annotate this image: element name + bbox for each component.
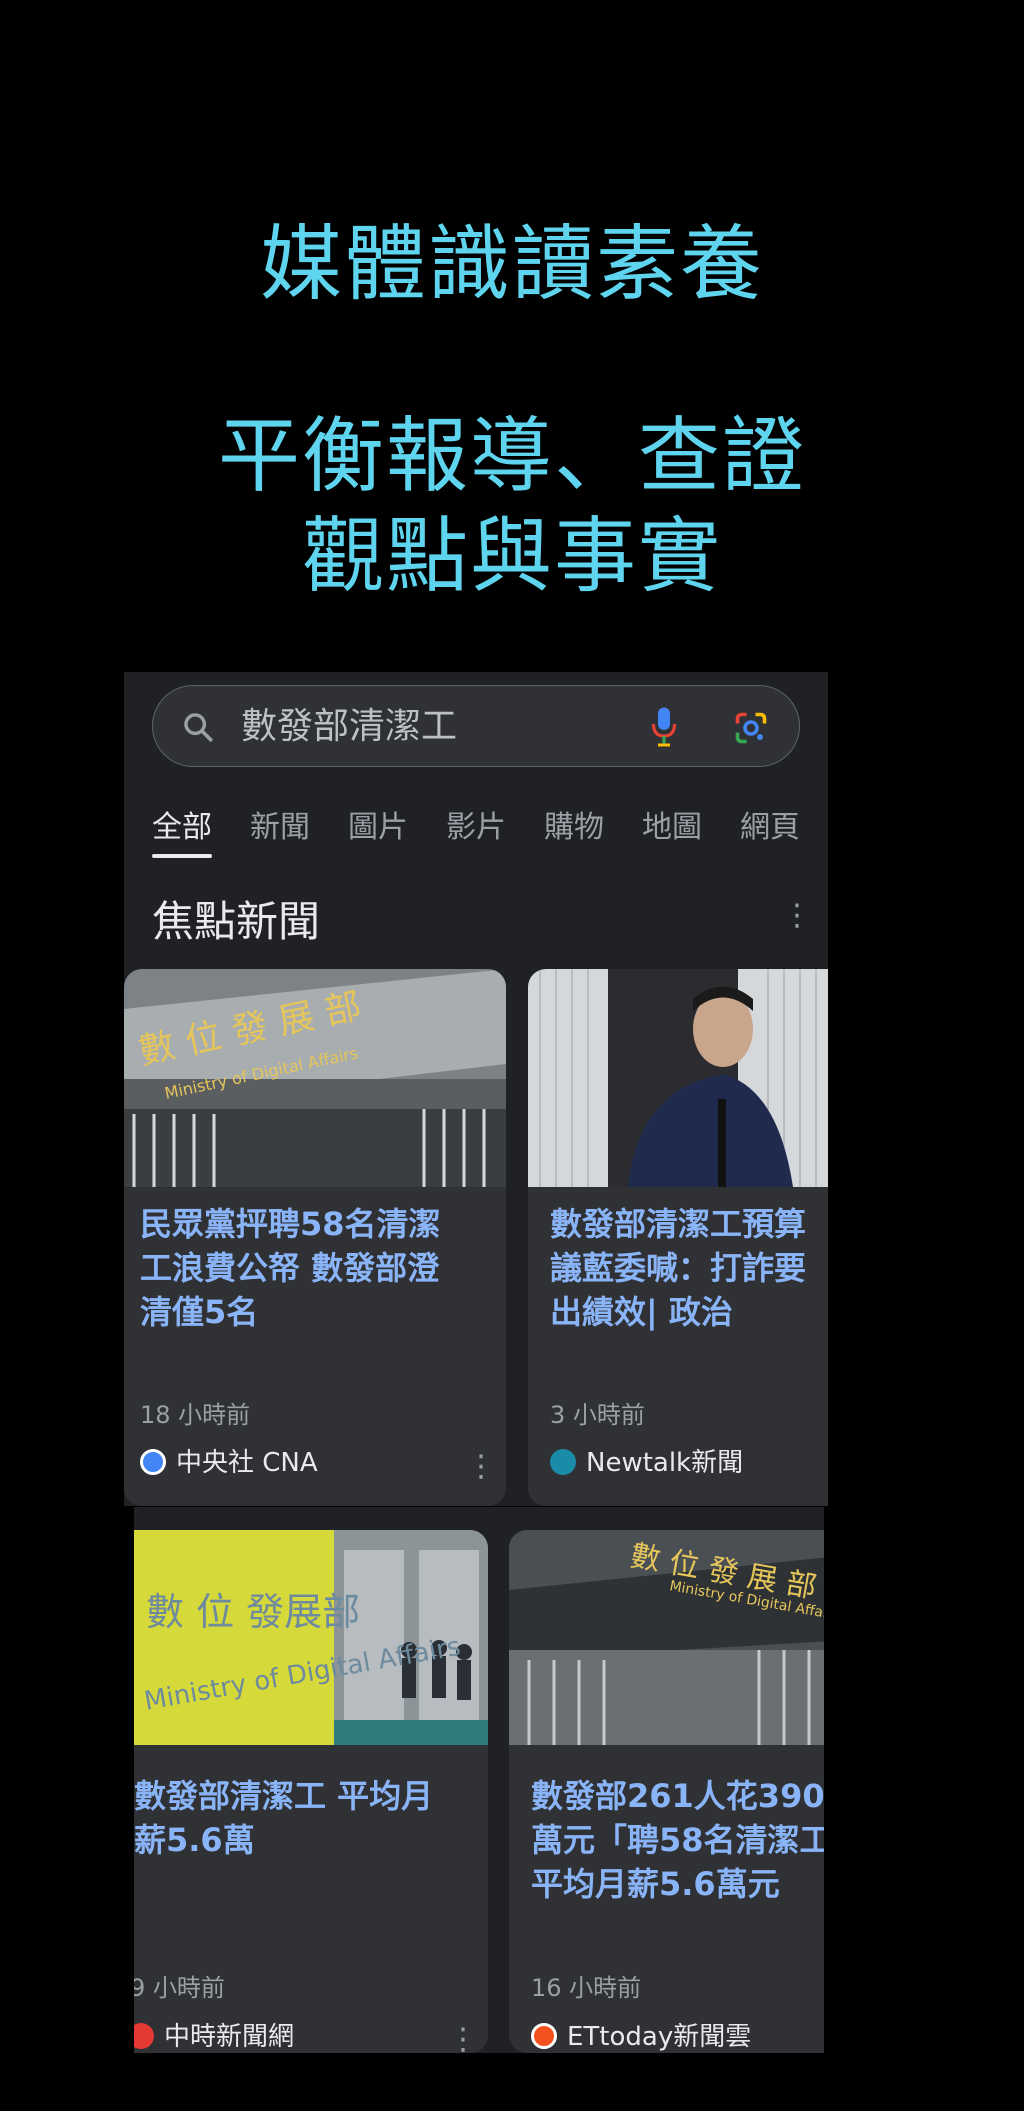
news-source-name: 中央社 CNA <box>176 1448 318 1478</box>
microphone-icon[interactable] <box>649 706 679 748</box>
news-card[interactable]: 數 位 發 展 部 Ministry of Digital Affairs 民眾… <box>124 969 506 1506</box>
news-time: 16 小時前 <box>531 1974 642 2002</box>
news-thumbnail-politician-speaking <box>528 969 828 1187</box>
newtalk-logo-icon <box>550 1449 576 1475</box>
thumbnail-sign-text: 數 位 發展部 <box>146 1590 360 1634</box>
search-bar[interactable]: 數發部清潔工 <box>152 685 800 767</box>
chinatimes-logo-icon <box>134 2023 154 2049</box>
tab-shopping[interactable]: 購物 <box>544 808 604 854</box>
search-tabs: 全部 新聞 圖片 影片 購物 地圖 網頁 <box>152 808 828 868</box>
news-source-name: ETtoday新聞雲 <box>567 2022 752 2052</box>
slide-heading-balanced-reporting: 平衡報導、查證 <box>217 409 806 504</box>
tab-videos[interactable]: 影片 <box>446 808 506 854</box>
news-source: 中時新聞網 <box>134 2020 294 2053</box>
google-lens-icon[interactable] <box>733 710 769 746</box>
tab-web[interactable]: 網頁 <box>740 808 800 854</box>
more-options-icon[interactable]: ⋮ <box>448 2022 478 2053</box>
news-thumbnail-ministry-entrance: 數 位 發 展 部 Ministry of Digital Affairs <box>509 1530 824 1745</box>
news-source: ETtoday新聞雲 <box>531 2020 751 2053</box>
news-thumbnail-ministry-yellow-sign: 數 位 發展部 Ministry of Digital Affairs <box>134 1530 488 1745</box>
more-options-icon[interactable]: ⋮ <box>466 1449 496 1485</box>
search-icon <box>184 713 213 742</box>
tab-all[interactable]: 全部 <box>152 808 212 858</box>
search-results-screenshot: 數發部清潔工 全部 新聞 圖片 影片 購物 地圖 網頁 焦點新聞 ⋮ 數 位 發… <box>124 672 828 1506</box>
news-thumbnail-digital-ministry-building: 數 位 發 展 部 Ministry of Digital Affairs <box>124 969 506 1187</box>
cna-logo-icon <box>140 1449 166 1475</box>
news-card[interactable]: 數發部清潔工預算 議藍委喊：打詐要 出績效| 政治 3 小時前 Newtalk新… <box>528 969 828 1506</box>
news-card[interactable]: 數 位 發 展 部 Ministry of Digital Affairs 數發… <box>509 1530 824 2053</box>
more-options-icon[interactable]: ⋮ <box>782 898 812 934</box>
news-source-name: 中時新聞網 <box>164 2022 295 2052</box>
news-time: 18 小時前 <box>140 1401 251 1429</box>
tab-maps[interactable]: 地圖 <box>642 808 702 854</box>
news-headline-link[interactable]: 數發部清潔工 平均月 薪5.6萬 <box>134 1774 488 1862</box>
news-time: 3 小時前 <box>550 1401 645 1429</box>
news-source-name: Newtalk新聞 <box>586 1448 744 1478</box>
search-query-text[interactable]: 數發部清潔工 <box>241 704 457 750</box>
slide-heading-media-literacy: 媒體識讀素養 <box>259 217 764 312</box>
news-time: 9 小時前 <box>134 1974 225 2002</box>
news-source: Newtalk新聞 <box>550 1446 743 1480</box>
news-source: 中央社 CNA <box>140 1446 318 1480</box>
news-card[interactable]: 數 位 發展部 Ministry of Digital Affairs 數發部清… <box>134 1530 488 2053</box>
news-headline-link[interactable]: 數發部261人花3903 萬元「聘58名清潔工 平均月薪5.6萬元 <box>531 1774 824 1906</box>
news-headline-link[interactable]: 民眾黨抨聘58名清潔 工浪費公帑 數發部澄 清僅5名 <box>140 1202 506 1334</box>
tab-images[interactable]: 圖片 <box>348 808 408 854</box>
slide-heading-opinion-fact: 觀點與事實 <box>301 509 722 604</box>
top-stories-title: 焦點新聞 <box>152 897 321 946</box>
tab-news[interactable]: 新聞 <box>250 808 310 854</box>
news-headline-link[interactable]: 數發部清潔工預算 議藍委喊：打詐要 出績效| 政治 <box>550 1202 828 1334</box>
search-results-screenshot-continued: 數 位 發展部 Ministry of Digital Affairs 數發部清… <box>134 1507 824 2053</box>
ettoday-logo-icon <box>531 2023 557 2049</box>
